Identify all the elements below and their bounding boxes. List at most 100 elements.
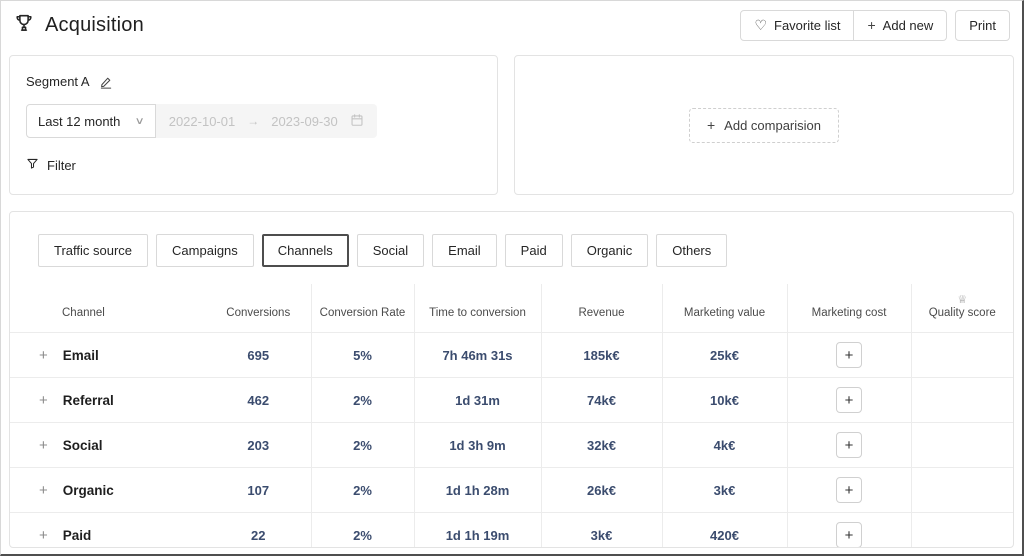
page-title-group: Acquisition <box>13 12 144 39</box>
quality-score-cell <box>910 467 1013 513</box>
edit-pencil-icon[interactable] <box>99 75 113 89</box>
add-comparison-label: Add comparision <box>724 117 821 133</box>
channel-name: Paid <box>62 527 92 543</box>
funnel-icon <box>26 157 39 173</box>
acquisition-page: Acquisition ♡ Favorite list + Add new Pr… <box>0 0 1024 556</box>
chevron-down-icon: ∨ <box>134 115 146 127</box>
quality-score-cell <box>910 332 1013 378</box>
col-header-conversion-rate: Conversion Rate <box>310 284 414 333</box>
conversions-value: 22 <box>206 512 311 547</box>
add-marketing-cost-button[interactable]: + <box>836 477 862 503</box>
arrow-right-icon: → <box>247 114 260 128</box>
revenue-value: 185k€ <box>540 332 662 378</box>
table-header-row: Channel Conversions Conversion Rate Time… <box>10 284 1013 333</box>
conversions-value: 462 <box>206 377 311 423</box>
segment-name: Segment A <box>26 74 90 89</box>
table-row: + Paid 22 2% 1d 1h 19m 3k€ 420€ + <box>10 512 1013 547</box>
tab-traffic-source[interactable]: Traffic source <box>38 234 149 267</box>
table-row: + Email 695 5% 7h 46m 31s 185k€ 25k€ + <box>10 332 1013 378</box>
channel-name: Organic <box>62 482 114 498</box>
marketing-value-value: 4k€ <box>661 422 787 468</box>
segment-card: Segment A Last 12 month ∨ 2022-10-01 → 2… <box>9 55 498 195</box>
conversion-rate-value: 2% <box>310 467 414 513</box>
revenue-value: 74k€ <box>540 377 662 423</box>
time-to-conversion-value: 1d 31m <box>413 377 541 423</box>
filter-button[interactable]: Filter <box>26 157 481 173</box>
tab-paid[interactable]: Paid <box>504 234 563 267</box>
trophy-icon <box>13 12 35 39</box>
marketing-value-value: 25k€ <box>661 332 787 378</box>
tab-campaigns[interactable]: Campaigns <box>156 234 254 267</box>
expand-row-icon[interactable]: + <box>39 483 48 498</box>
quality-score-cell <box>910 377 1013 423</box>
table-row: + Organic 107 2% 1d 1h 28m 26k€ 3k€ + <box>10 467 1013 513</box>
col-header-revenue: Revenue <box>540 284 662 333</box>
expand-row-icon[interactable]: + <box>39 528 48 543</box>
add-marketing-cost-button[interactable]: + <box>836 387 862 413</box>
favorite-list-button[interactable]: ♡ Favorite list <box>740 9 855 41</box>
comparison-card: + Add comparision <box>514 55 1014 195</box>
add-marketing-cost-button[interactable]: + <box>836 522 862 547</box>
tab-social[interactable]: Social <box>356 234 425 267</box>
period-select[interactable]: Last 12 month ∨ <box>26 104 156 138</box>
plus-icon: + <box>706 117 716 133</box>
add-comparison-button[interactable]: + Add comparision <box>688 107 839 143</box>
plus-icon: + <box>867 17 876 33</box>
crown-icon: ♕ <box>957 294 968 306</box>
top-bar: Acquisition ♡ Favorite list + Add new Pr… <box>9 1 1014 49</box>
add-marketing-cost-button[interactable]: + <box>836 432 862 458</box>
segment-header: Segment A <box>26 74 481 89</box>
revenue-value: 26k€ <box>540 467 662 513</box>
table-tabs: Traffic source Campaigns Channels Social… <box>38 234 1013 267</box>
col-header-channel: Channel <box>62 307 105 319</box>
conversion-rate-value: 5% <box>310 332 414 378</box>
print-button[interactable]: Print <box>955 9 1010 41</box>
tab-others[interactable]: Others <box>656 234 728 267</box>
acquisition-table-card: Traffic source Campaigns Channels Social… <box>9 211 1014 548</box>
date-range-picker[interactable]: 2022-10-01 → 2023-09-30 <box>155 104 377 138</box>
channel-name: Social <box>62 437 103 453</box>
add-new-label: Add new <box>882 17 934 33</box>
channel-name: Referral <box>62 392 114 408</box>
quality-score-cell <box>910 422 1013 468</box>
add-marketing-cost-button[interactable]: + <box>836 342 862 368</box>
col-header-conversions: Conversions <box>226 307 291 319</box>
revenue-value: 3k€ <box>540 512 662 547</box>
heart-icon: ♡ <box>754 17 768 33</box>
period-controls: Last 12 month ∨ 2022-10-01 → 2023-09-30 <box>26 104 481 138</box>
time-to-conversion-value: 1d 3h 9m <box>413 422 541 468</box>
filter-panels: Segment A Last 12 month ∨ 2022-10-01 → 2… <box>9 55 1014 195</box>
tab-organic[interactable]: Organic <box>570 234 649 267</box>
expand-row-icon[interactable]: + <box>39 438 48 453</box>
col-header-time-to-conversion: Time to conversion <box>413 284 541 333</box>
favorite-list-label: Favorite list <box>774 17 841 33</box>
marketing-value-value: 420€ <box>661 512 787 547</box>
tab-email[interactable]: Email <box>432 234 497 267</box>
time-to-conversion-value: 7h 46m 31s <box>413 332 541 378</box>
conversion-rate-value: 2% <box>310 422 414 468</box>
page-title: Acquisition <box>45 13 144 36</box>
channel-name: Email <box>62 347 99 363</box>
revenue-value: 32k€ <box>540 422 662 468</box>
print-label: Print <box>969 17 996 33</box>
period-select-value: Last 12 month <box>38 113 121 129</box>
col-header-marketing-value: Marketing value <box>661 284 787 333</box>
conversion-rate-value: 2% <box>310 512 414 547</box>
conversions-value: 107 <box>206 467 311 513</box>
table-row: + Social 203 2% 1d 3h 9m 32k€ 4k€ + <box>10 422 1013 468</box>
expand-row-icon[interactable]: + <box>39 393 48 408</box>
date-end-value: 2023-09-30 <box>271 113 338 129</box>
expand-row-icon[interactable]: + <box>39 348 48 363</box>
add-new-button[interactable]: + Add new <box>854 9 948 41</box>
filter-label: Filter <box>47 157 76 173</box>
col-header-quality-score: ♕ Quality score <box>910 284 1013 333</box>
conversions-value: 203 <box>206 422 311 468</box>
header-actions: ♡ Favorite list + Add new Print <box>740 9 1010 41</box>
time-to-conversion-value: 1d 1h 19m <box>413 512 541 547</box>
channels-table: Channel Conversions Conversion Rate Time… <box>10 284 1013 547</box>
conversions-value: 695 <box>206 332 311 378</box>
quality-score-cell <box>910 512 1013 547</box>
marketing-value-value: 10k€ <box>661 377 787 423</box>
col-header-marketing-cost: Marketing cost <box>786 284 911 333</box>
tab-channels[interactable]: Channels <box>261 234 349 267</box>
